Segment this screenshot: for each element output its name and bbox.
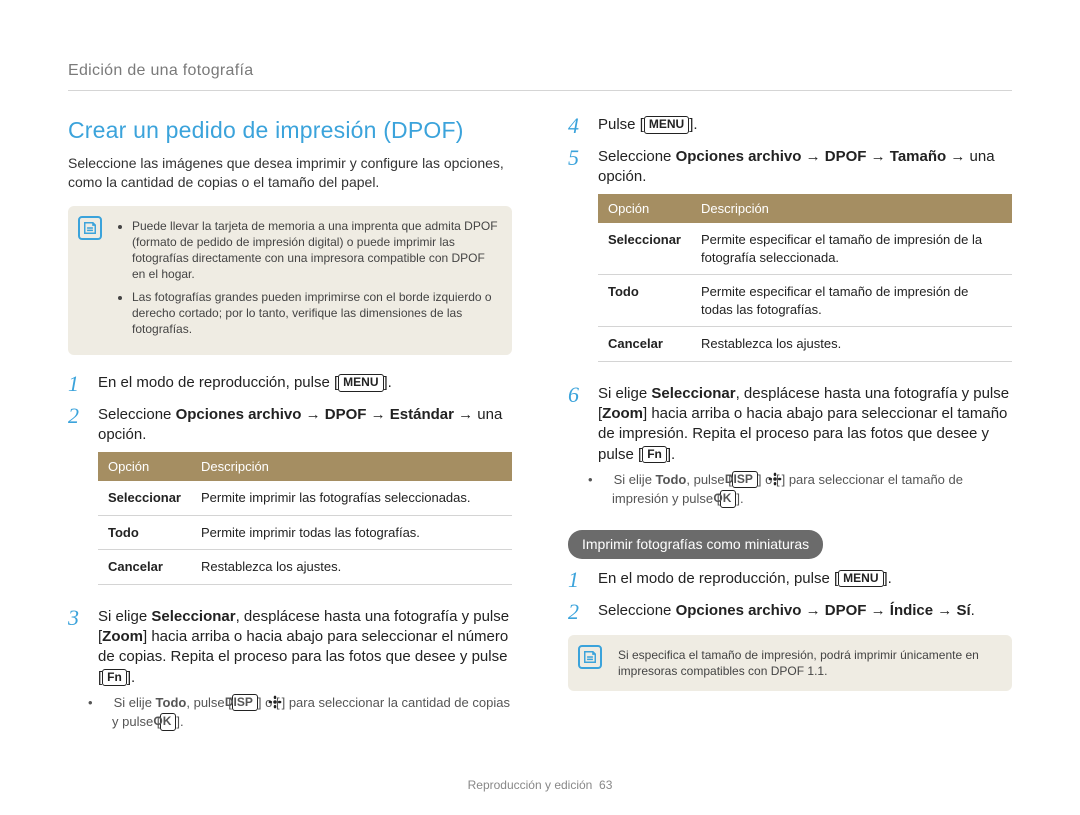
step-number: 2 (68, 405, 86, 597)
note-box: Puede llevar la tarjeta de memoria a una… (68, 206, 512, 355)
header-title: Edición de una fotografía (68, 62, 253, 79)
note-icon (578, 645, 602, 669)
step-1: 1 En el modo de reproducción, pulse [MEN… (68, 373, 512, 395)
step-number: 6 (568, 384, 586, 508)
step-number: 1 (68, 373, 86, 395)
disp-button-label: DISP (732, 471, 758, 489)
step-number: 5 (568, 147, 586, 374)
page-footer: Reproducción y edición 63 (0, 777, 1080, 793)
note-item: Las fotografías grandes pueden imprimirs… (132, 289, 498, 338)
fn-button-label: Fn (642, 446, 667, 464)
step-2: 2 Seleccione Opciones archivo → DPOF → E… (68, 405, 512, 597)
step-6-sub: • Si elije Todo, pulse [DISP] o [] para … (598, 471, 1012, 508)
options-table: OpciónDescripción SeleccionarPermite imp… (98, 452, 512, 585)
step-number: 4 (568, 115, 586, 137)
options-table: OpciónDescripción SeleccionarPermite esp… (598, 194, 1012, 362)
note-text: Si especifica el tamaño de impresión, po… (618, 647, 998, 679)
ok-button-label: OK (720, 490, 736, 508)
right-column: 4 Pulse [MENU]. 5 Seleccione Opciones ar… (568, 115, 1012, 741)
step-number: 2 (568, 601, 586, 623)
fn-button-label: Fn (102, 669, 127, 687)
page-header: Edición de una fotografía (68, 60, 1012, 91)
menu-button-label: MENU (644, 116, 689, 134)
note-box: Si especifica el tamaño de impresión, po… (568, 635, 1012, 691)
mini-step-2: 2 Seleccione Opciones archivo → DPOF → Í… (568, 601, 1012, 623)
left-column: Crear un pedido de impresión (DPOF) Sele… (68, 115, 512, 741)
step-number: 3 (68, 607, 86, 731)
step-3-sub: • Si elije Todo, pulse [DISP] o [] para … (98, 694, 512, 731)
note-item: Puede llevar la tarjeta de memoria a una… (132, 218, 498, 283)
ok-button-label: OK (160, 713, 176, 731)
thumbnails-heading: Imprimir fotografías como miniaturas (568, 530, 823, 559)
disp-button-label: DISP (232, 694, 258, 712)
step-3: 3 Si elige Seleccionar, desplácese hasta… (68, 607, 512, 731)
note-icon (78, 216, 102, 240)
step-number: 1 (568, 569, 586, 591)
menu-button-label: MENU (338, 374, 383, 392)
intro-text: Seleccione las imágenes que desea imprim… (68, 154, 512, 192)
step-6: 6 Si elige Seleccionar, desplácese hasta… (568, 384, 1012, 508)
step-4: 4 Pulse [MENU]. (568, 115, 1012, 137)
step-5: 5 Seleccione Opciones archivo → DPOF → T… (568, 147, 1012, 374)
menu-button-label: MENU (838, 570, 883, 588)
mini-step-1: 1 En el modo de reproducción, pulse [MEN… (568, 569, 1012, 591)
page-title: Crear un pedido de impresión (DPOF) (68, 115, 512, 146)
